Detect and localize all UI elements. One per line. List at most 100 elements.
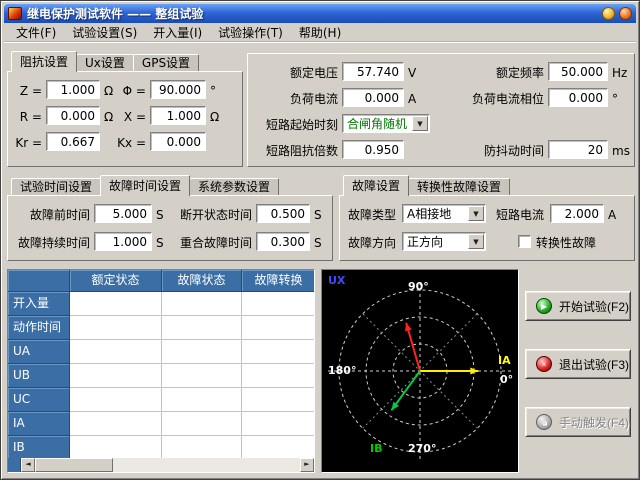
table-row-label: UC xyxy=(8,388,70,412)
table-cell xyxy=(70,436,162,460)
scroll-right-button[interactable]: ► xyxy=(300,458,314,472)
fault-tabstrip: 故障设置 转换性故障设置 xyxy=(343,175,509,195)
table-cell xyxy=(162,292,242,316)
result-table: 额定状态 故障状态 故障转换 开入量动作时间UAUBUCIAIB ◄ ► xyxy=(7,269,315,473)
app-window: 继电保护测试软件 —— 整组试验 文件(F) 试验设置(S) 开入量(I) 试验… xyxy=(0,0,640,480)
menu-binary-input[interactable]: 开入量(I) xyxy=(145,22,210,43)
tab-fault-time[interactable]: 故障时间设置 xyxy=(100,175,190,196)
minimize-button[interactable] xyxy=(602,7,615,20)
exit-test-button[interactable]: × 退出试验(F3) xyxy=(525,349,631,379)
table-cell xyxy=(162,412,242,436)
kx-label: Kx = xyxy=(106,134,146,153)
tab-system-params[interactable]: 系统参数设置 xyxy=(189,178,279,195)
table-cell xyxy=(70,412,162,436)
dropdown-arrow-icon[interactable]: ▼ xyxy=(468,206,484,221)
app-icon xyxy=(8,7,22,20)
z-input[interactable]: 1.000 xyxy=(46,80,100,99)
impedance-multiplier-input[interactable]: 0.950 xyxy=(342,140,404,159)
table-row: UB xyxy=(8,364,314,388)
closing-angle-select[interactable]: 合闸角随机 ▼ xyxy=(342,114,430,133)
r-label: R = xyxy=(14,108,42,127)
scroll-thumb[interactable] xyxy=(35,458,113,472)
anti-jitter-input[interactable]: 20 xyxy=(548,140,608,159)
close-button[interactable] xyxy=(619,7,632,20)
table-row-label: IA xyxy=(8,412,70,436)
table-body: 开入量动作时间UAUBUCIAIB xyxy=(8,292,314,460)
tab-impedance-settings[interactable]: 阻抗设置 xyxy=(11,51,77,72)
load-current-label: 负荷电流 xyxy=(254,90,338,109)
manual-trigger-label: 手动触发(F4) xyxy=(559,414,629,431)
table-row: UA xyxy=(8,340,314,364)
fault-direction-label: 故障方向 xyxy=(346,234,396,253)
impedance-panel: Z = 1.000 Ω Φ = 90.000 ° R = 0.000 Ω X =… xyxy=(7,71,243,167)
start-test-icon: ▶ xyxy=(536,298,552,314)
open-state-time-label: 断开状态时间 xyxy=(166,206,252,225)
tab-convertible-fault-settings[interactable]: 转换性故障设置 xyxy=(408,178,510,195)
fault-duration-input[interactable]: 1.000 xyxy=(94,232,152,251)
time-tabstrip: 试验时间设置 故障时间设置 系统参数设置 xyxy=(11,175,278,195)
table-cell xyxy=(162,316,242,340)
load-current-phase-label: 负荷电流相位 xyxy=(418,90,544,109)
table-row-header-stub xyxy=(8,458,21,472)
x-input[interactable]: 1.000 xyxy=(150,106,206,125)
table-cell xyxy=(242,292,315,316)
start-test-button[interactable]: ▶ 开始试验(F2) xyxy=(525,291,631,321)
table-cell xyxy=(162,364,242,388)
kx-input[interactable]: 0.000 xyxy=(150,132,206,151)
tab-gps-settings[interactable]: GPS设置 xyxy=(133,54,199,71)
r-input[interactable]: 0.000 xyxy=(46,106,100,125)
table-cell xyxy=(242,316,315,340)
fault-type-select[interactable]: A相接地 ▼ xyxy=(402,204,486,223)
phi-input[interactable]: 90.000 xyxy=(150,80,206,99)
reclose-fault-time-input[interactable]: 0.300 xyxy=(256,232,310,251)
menu-test-operation[interactable]: 试验操作(T) xyxy=(210,22,291,43)
table-hscrollbar: ◄ ► xyxy=(8,458,314,472)
menu-help[interactable]: 帮助(H) xyxy=(291,22,349,43)
open-state-time-unit: S xyxy=(314,206,322,225)
table-cell xyxy=(242,340,315,364)
table-cell xyxy=(242,436,315,460)
load-current-unit: A xyxy=(408,90,416,109)
table-row-label: 开入量 xyxy=(8,292,70,316)
table-cell xyxy=(162,436,242,460)
menu-file[interactable]: 文件(F) xyxy=(8,22,64,43)
impedance-multiplier-label: 短路阻抗倍数 xyxy=(248,142,338,161)
dropdown-arrow-icon[interactable]: ▼ xyxy=(412,116,428,131)
convertible-fault-checkbox[interactable] xyxy=(518,235,531,248)
dropdown-arrow-icon[interactable]: ▼ xyxy=(468,234,484,249)
pre-fault-time-label: 故障前时间 xyxy=(12,206,90,225)
anti-jitter-label: 防抖动时间 xyxy=(418,142,544,161)
kr-input[interactable]: 0.667 xyxy=(46,132,100,151)
rated-voltage-label: 额定电压 xyxy=(254,64,338,83)
table-cell xyxy=(70,292,162,316)
load-current-input[interactable]: 0.000 xyxy=(342,88,404,107)
open-state-time-input[interactable]: 0.500 xyxy=(256,204,310,223)
table-row: 开入量 xyxy=(8,292,314,316)
x-label: X = xyxy=(110,108,146,127)
convertible-fault-checkbox-label: 转换性故障 xyxy=(536,234,596,253)
table-cell xyxy=(70,316,162,340)
rated-frequency-input[interactable]: 50.000 xyxy=(548,62,608,81)
load-current-phase-input[interactable]: 0.000 xyxy=(548,88,608,107)
ux-axis-label: UX xyxy=(328,274,345,287)
table-col-header-fault: 故障状态 xyxy=(162,270,242,292)
table-cell xyxy=(70,340,162,364)
fault-direction-select[interactable]: 正方向 ▼ xyxy=(402,232,486,251)
fault-time-panel: 故障前时间 5.000 S 断开状态时间 0.500 S 故障持续时间 1.00… xyxy=(7,195,333,261)
short-circuit-current-input[interactable]: 2.000 xyxy=(550,204,604,223)
table-row: IA xyxy=(8,412,314,436)
table-cell xyxy=(162,340,242,364)
table-corner-header xyxy=(8,270,70,292)
rated-voltage-input[interactable]: 57.740 xyxy=(342,62,404,81)
pre-fault-time-input[interactable]: 5.000 xyxy=(94,204,152,223)
window-title: 继电保护测试软件 —— 整组试验 xyxy=(27,5,598,22)
angle-180-label: 180° xyxy=(328,364,356,377)
closing-angle-value: 合闸角随机 xyxy=(343,115,411,132)
tab-test-time[interactable]: 试验时间设置 xyxy=(11,178,101,195)
exit-test-icon: × xyxy=(536,356,552,372)
tab-ux-settings[interactable]: Ux设置 xyxy=(76,54,134,71)
menu-test-settings[interactable]: 试验设置(S) xyxy=(64,22,145,43)
tab-fault-settings[interactable]: 故障设置 xyxy=(343,175,409,196)
scroll-track[interactable] xyxy=(113,458,300,472)
scroll-left-button[interactable]: ◄ xyxy=(21,458,35,472)
